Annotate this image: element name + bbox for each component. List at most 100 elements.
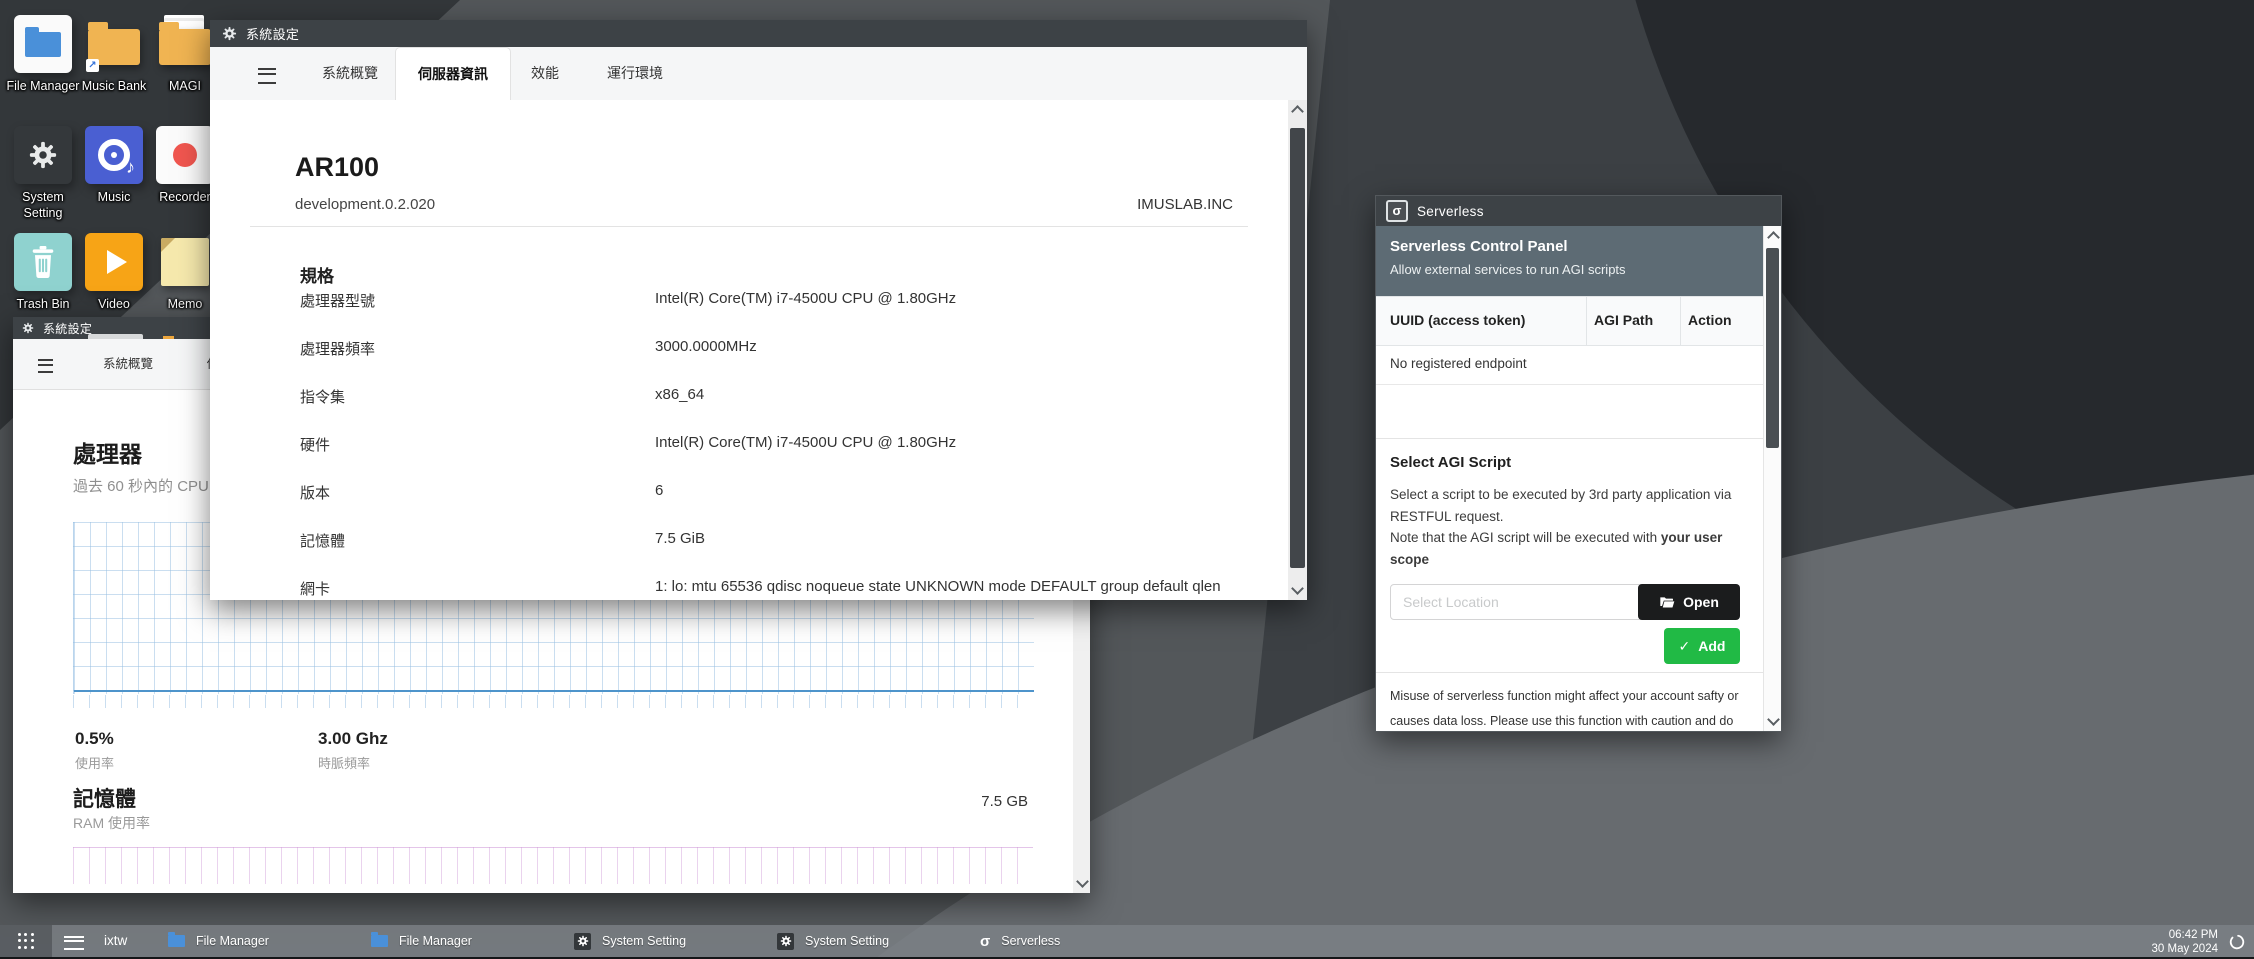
panel-subtitle: Allow external services to run AGI scrip… (1390, 262, 1626, 277)
column-header-uuid: UUID (access token) (1390, 312, 1525, 328)
music-note-icon: ♪ (126, 157, 135, 178)
scroll-down-icon[interactable] (1767, 713, 1780, 726)
spec-label: 指令集 (300, 386, 345, 407)
cpu-usage-label: 使用率 (75, 753, 114, 772)
column-header-agi-path: AGI Path (1594, 312, 1653, 328)
scroll-down-icon[interactable] (1291, 582, 1304, 595)
panel-title: Serverless Control Panel (1390, 238, 1568, 255)
spec-value: x86_64 (655, 386, 704, 403)
serverless-app-icon: σ (1386, 200, 1408, 222)
scrollbar[interactable] (1763, 226, 1781, 731)
gear-icon (22, 322, 34, 334)
taskbar-item-label: System Setting (805, 934, 889, 948)
add-button-label: Add (1698, 638, 1725, 654)
desktop-icon-video[interactable] (85, 233, 143, 291)
hostname: AR100 (295, 152, 379, 183)
script-location-input[interactable] (1390, 584, 1648, 620)
gear-icon (28, 140, 58, 170)
window-title: 系統設定 (246, 24, 299, 43)
select-script-description: Select a script to be executed by 3rd pa… (1390, 484, 1748, 570)
tab-overview[interactable]: 系統概覽 (78, 339, 178, 389)
divider (1376, 672, 1764, 673)
start-menu-button[interactable] (0, 925, 52, 957)
play-icon (107, 250, 127, 274)
taskbar-item-file-manager[interactable]: File Manager (158, 925, 368, 957)
menu-icon[interactable] (258, 68, 276, 84)
status-ring-icon[interactable] (2228, 933, 2246, 951)
scroll-down-icon[interactable] (1076, 875, 1089, 888)
cpu-usage-value: 0.5% (75, 729, 114, 749)
spec-value: 7.5 GiB (655, 530, 705, 547)
desktop-icon-trash-bin[interactable] (14, 233, 72, 291)
spec-section-title: 規格 (300, 262, 334, 287)
desktop-icon-system-setting[interactable] (14, 126, 72, 184)
tab-overview[interactable]: 系統概覽 (305, 47, 395, 100)
ram-section-subtitle: RAM 使用率 (73, 813, 150, 833)
select-script-heading: Select AGI Script (1390, 454, 1511, 471)
cpu-chart-axis-ticks (73, 695, 1033, 708)
desktop-icon-recorder[interactable] (156, 126, 214, 184)
description-line: Note that the AGI script will be execute… (1390, 530, 1661, 545)
folder-open-icon (1659, 594, 1675, 610)
taskbar-item-file-manager-2[interactable]: File Manager (361, 925, 571, 957)
scrollbar-thumb[interactable] (1290, 128, 1305, 568)
spec-label: 處理器頻率 (300, 338, 375, 359)
spec-value: 3000.0000MHz (655, 338, 757, 355)
spec-label: 硬件 (300, 434, 330, 455)
window-serverless: σ Serverless × Serverless Control Panel … (1375, 195, 1782, 732)
window-system-setting-server-info: 系統設定 × 系統概覽 伺服器資訊 效能 運行環境 AR100 developm… (210, 20, 1307, 600)
spec-label: 處理器型號 (300, 290, 375, 311)
scrollbar-thumb[interactable] (1766, 248, 1779, 448)
titlebar[interactable]: 系統設定 (210, 20, 1307, 47)
add-button[interactable]: ✓ Add (1664, 628, 1740, 664)
tab-performance[interactable]: 效能 (523, 47, 567, 100)
desktop-icon-file-manager[interactable] (14, 15, 72, 73)
window-title: 系統設定 (43, 320, 92, 337)
gear-icon (574, 933, 591, 950)
folder-icon (168, 935, 185, 947)
column-header-action: Action (1688, 312, 1732, 328)
server-info-content: AR100 development.0.2.020 IMUSLAB.INC 規格… (210, 100, 1288, 600)
username-label: ixtw (104, 933, 127, 948)
spec-label: 記憶體 (300, 530, 345, 551)
column-divider (1586, 297, 1587, 345)
taskbar-item-system-setting[interactable]: System Setting (564, 925, 774, 957)
cpu-clock-value: 3.00 Ghz (318, 729, 388, 749)
ram-usage-chart (73, 847, 1033, 884)
spec-label: 網卡 (300, 578, 330, 599)
scroll-up-icon[interactable] (1291, 105, 1304, 118)
scrollbar[interactable] (1288, 100, 1307, 600)
desktop-icon-music[interactable]: ♪ (85, 126, 143, 184)
gear-icon (777, 933, 794, 950)
clock[interactable]: 06:42 PM 30 May 2024 (2152, 928, 2219, 957)
spec-row: 處理器型號 Intel(R) Core(TM) i7-4500U CPU @ 1… (210, 290, 1288, 314)
endpoint-table-empty-row: No registered endpoint (1376, 344, 1764, 385)
scroll-up-icon[interactable] (1767, 231, 1780, 244)
desktop: File Manager ↗ Music Bank MAGI System Se… (0, 0, 2254, 959)
spec-row: 硬件 Intel(R) Core(TM) i7-4500U CPU @ 1.80… (210, 434, 1288, 458)
taskbar-item-label: File Manager (399, 934, 472, 948)
shortcut-arrow-icon: ↗ (86, 59, 99, 72)
clock-time: 06:42 PM (2152, 928, 2219, 942)
window-title: Serverless (1417, 204, 1484, 219)
taskbar-item-serverless[interactable]: σ Serverless (970, 925, 1180, 957)
memo-note-icon (161, 238, 209, 286)
column-divider (1680, 297, 1681, 345)
divider (250, 226, 1248, 227)
desktop-icon-memo[interactable] (156, 233, 214, 291)
spec-label: 版本 (300, 482, 330, 503)
taskbar-menu-icon[interactable] (64, 936, 84, 950)
cpu-section-title: 處理器 (73, 435, 142, 469)
menu-icon[interactable] (38, 359, 53, 373)
spec-row: 版本 6 (210, 482, 1288, 506)
desktop-icon-music-bank[interactable]: ↗ (85, 15, 143, 73)
spec-row: 網卡 1: lo: mtu 65536 qdisc noqueue state … (210, 578, 1288, 600)
open-button-label: Open (1683, 594, 1719, 610)
desktop-icon-magi[interactable] (156, 15, 214, 73)
spec-value: 1: lo: mtu 65536 qdisc noqueue state UNK… (655, 578, 1221, 595)
tab-runtime[interactable]: 運行環境 (591, 47, 679, 100)
taskbar-item-system-setting-2[interactable]: System Setting (767, 925, 977, 957)
tab-server-info[interactable]: 伺服器資訊 (395, 47, 511, 101)
open-button[interactable]: Open (1638, 584, 1740, 620)
record-dot-icon (173, 143, 197, 167)
